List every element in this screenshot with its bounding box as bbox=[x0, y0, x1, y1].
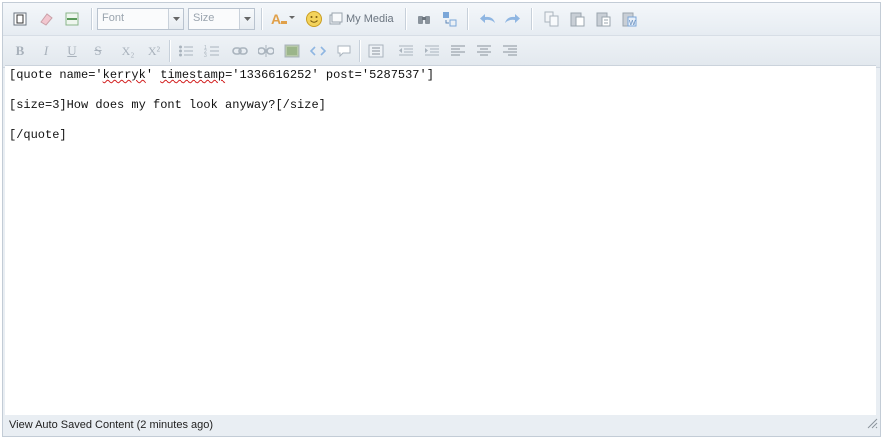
emoticon-button[interactable] bbox=[303, 8, 325, 30]
toolbar-separator bbox=[531, 8, 533, 30]
bullet-list-icon bbox=[179, 45, 193, 57]
replace-button[interactable] bbox=[439, 8, 461, 30]
paste-button[interactable] bbox=[567, 8, 589, 30]
remove-format-button[interactable] bbox=[35, 8, 57, 30]
media-icon bbox=[329, 12, 343, 25]
smiley-icon bbox=[306, 11, 322, 27]
paste-text-icon bbox=[596, 12, 611, 27]
toolbar-separator bbox=[91, 8, 93, 30]
text-color-icon: A bbox=[271, 11, 295, 27]
spoiler-button[interactable] bbox=[365, 40, 387, 62]
content-line: [size=3]How does my font look anyway?[/s… bbox=[9, 98, 326, 112]
resize-handle[interactable] bbox=[866, 416, 878, 434]
chevron-down-icon bbox=[168, 9, 183, 29]
subscript-button[interactable]: X₂ bbox=[117, 40, 139, 62]
toolbar-separator bbox=[169, 40, 171, 62]
superscript-button[interactable]: X² bbox=[143, 40, 165, 62]
spoiler-icon bbox=[368, 44, 384, 58]
code-icon bbox=[310, 46, 326, 56]
quote-button[interactable] bbox=[333, 40, 355, 62]
paste-icon bbox=[570, 12, 585, 27]
source-icon bbox=[13, 12, 27, 26]
text-color-button[interactable]: A bbox=[269, 8, 297, 30]
misspelled-word: timestamp bbox=[160, 68, 226, 82]
underline-button[interactable]: U bbox=[61, 40, 83, 62]
align-left-icon bbox=[451, 45, 465, 56]
content-line: [/quote] bbox=[9, 128, 67, 142]
bold-button[interactable]: B bbox=[9, 40, 31, 62]
copy-button[interactable] bbox=[541, 8, 563, 30]
toolbar-format: B I U S X₂ X² 123 bbox=[3, 36, 880, 92]
unlink-icon bbox=[258, 45, 274, 57]
align-left-button[interactable] bbox=[447, 40, 469, 62]
toolbar-separator bbox=[359, 40, 361, 62]
numbered-list-button[interactable]: 123 bbox=[201, 40, 223, 62]
toolbar-top: Font Size A My Media W bbox=[3, 3, 880, 36]
bullet-list-button[interactable] bbox=[175, 40, 197, 62]
strikethrough-button[interactable]: S bbox=[87, 40, 109, 62]
speech-bubble-icon bbox=[337, 45, 351, 58]
align-right-button[interactable] bbox=[499, 40, 521, 62]
size-select[interactable]: Size bbox=[188, 8, 255, 30]
undo-icon bbox=[480, 14, 495, 23]
align-right-icon bbox=[503, 45, 517, 56]
svg-text:A: A bbox=[271, 11, 281, 27]
svg-text:W: W bbox=[629, 20, 636, 27]
insert-image-button[interactable] bbox=[281, 40, 303, 62]
link-icon bbox=[232, 47, 248, 55]
find-button[interactable] bbox=[413, 8, 435, 30]
eraser-icon bbox=[40, 13, 53, 26]
align-center-icon bbox=[477, 45, 491, 56]
rich-text-editor: Font Size A My Media W B I U S X₂ X² 1 2… bbox=[2, 2, 881, 437]
indent-button[interactable] bbox=[421, 40, 443, 62]
source-toggle-button[interactable] bbox=[9, 8, 31, 30]
italic-button[interactable]: I bbox=[35, 40, 57, 62]
image-icon bbox=[284, 44, 300, 58]
font-select[interactable]: Font bbox=[97, 8, 184, 30]
outdent-icon bbox=[399, 45, 413, 56]
undo-button[interactable] bbox=[477, 8, 499, 30]
outdent-button[interactable] bbox=[395, 40, 417, 62]
replace-icon bbox=[443, 12, 457, 27]
horizontal-rule-button[interactable] bbox=[61, 8, 83, 30]
size-select-label: Size bbox=[193, 12, 215, 24]
redo-button[interactable] bbox=[501, 8, 523, 30]
paste-word-button[interactable]: W bbox=[619, 8, 641, 30]
copy-icon bbox=[544, 11, 559, 27]
code-button[interactable] bbox=[307, 40, 329, 62]
content-text: [quote name=' bbox=[9, 68, 103, 82]
paste-plain-button[interactable] bbox=[593, 8, 615, 30]
editor-content-area[interactable]: [quote name='kerryk' timestamp='13366162… bbox=[5, 65, 876, 415]
my-media-label: My Media bbox=[346, 13, 394, 25]
numbered-list-icon: 123 bbox=[204, 45, 219, 58]
content-line: [quote name='kerryk' timestamp='13366162… bbox=[9, 68, 872, 83]
paste-word-icon: W bbox=[622, 12, 637, 27]
redo-icon bbox=[505, 14, 520, 23]
toolbar-separator bbox=[467, 8, 469, 30]
content-text: ='1336616252' post='5287537'] bbox=[225, 68, 434, 82]
align-center-button[interactable] bbox=[473, 40, 495, 62]
horizontal-rule-icon bbox=[65, 12, 79, 26]
indent-icon bbox=[425, 45, 439, 56]
toolbar-separator bbox=[405, 8, 407, 30]
my-media-button[interactable]: My Media bbox=[329, 8, 399, 30]
font-select-label: Font bbox=[102, 12, 125, 24]
binoculars-icon bbox=[418, 16, 430, 24]
autosave-link[interactable]: View Auto Saved Content (2 minutes ago) bbox=[9, 419, 213, 431]
resize-grip-icon bbox=[867, 418, 878, 429]
insert-link-button[interactable] bbox=[229, 40, 251, 62]
remove-link-button[interactable] bbox=[255, 40, 277, 62]
misspelled-word: kerryk bbox=[102, 68, 146, 82]
svg-text:3: 3 bbox=[204, 53, 207, 58]
toolbar-separator bbox=[261, 8, 263, 30]
chevron-down-icon bbox=[239, 9, 254, 29]
content-text: ' bbox=[145, 68, 161, 82]
